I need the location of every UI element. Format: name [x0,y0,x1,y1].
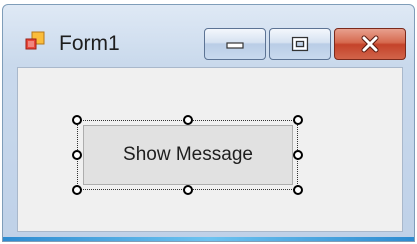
resize-handle-bottom-right[interactable] [293,185,303,195]
show-message-button[interactable]: Show Message [83,125,293,185]
resize-handle-top-left[interactable] [72,115,82,125]
winforms-form-icon [25,31,45,50]
window-title: Form1 [59,32,120,55]
minimize-button[interactable] [204,28,266,60]
resize-handle-top[interactable] [183,115,193,125]
resize-handle-bottom[interactable] [183,185,193,195]
resize-handle-right[interactable] [293,150,303,160]
title-bar[interactable]: Form1 [3,5,414,63]
maximize-icon [291,36,309,52]
maximize-button[interactable] [269,28,331,60]
resize-handle-left[interactable] [72,150,82,160]
close-icon [361,35,379,53]
minimize-icon [226,42,244,49]
form-client-area[interactable]: Show Message [17,67,403,232]
resize-handle-top-right[interactable] [293,115,303,125]
resize-handle-bottom-left[interactable] [72,185,82,195]
form-window: Form1 Show Message [2,4,415,242]
close-button[interactable] [334,28,406,60]
